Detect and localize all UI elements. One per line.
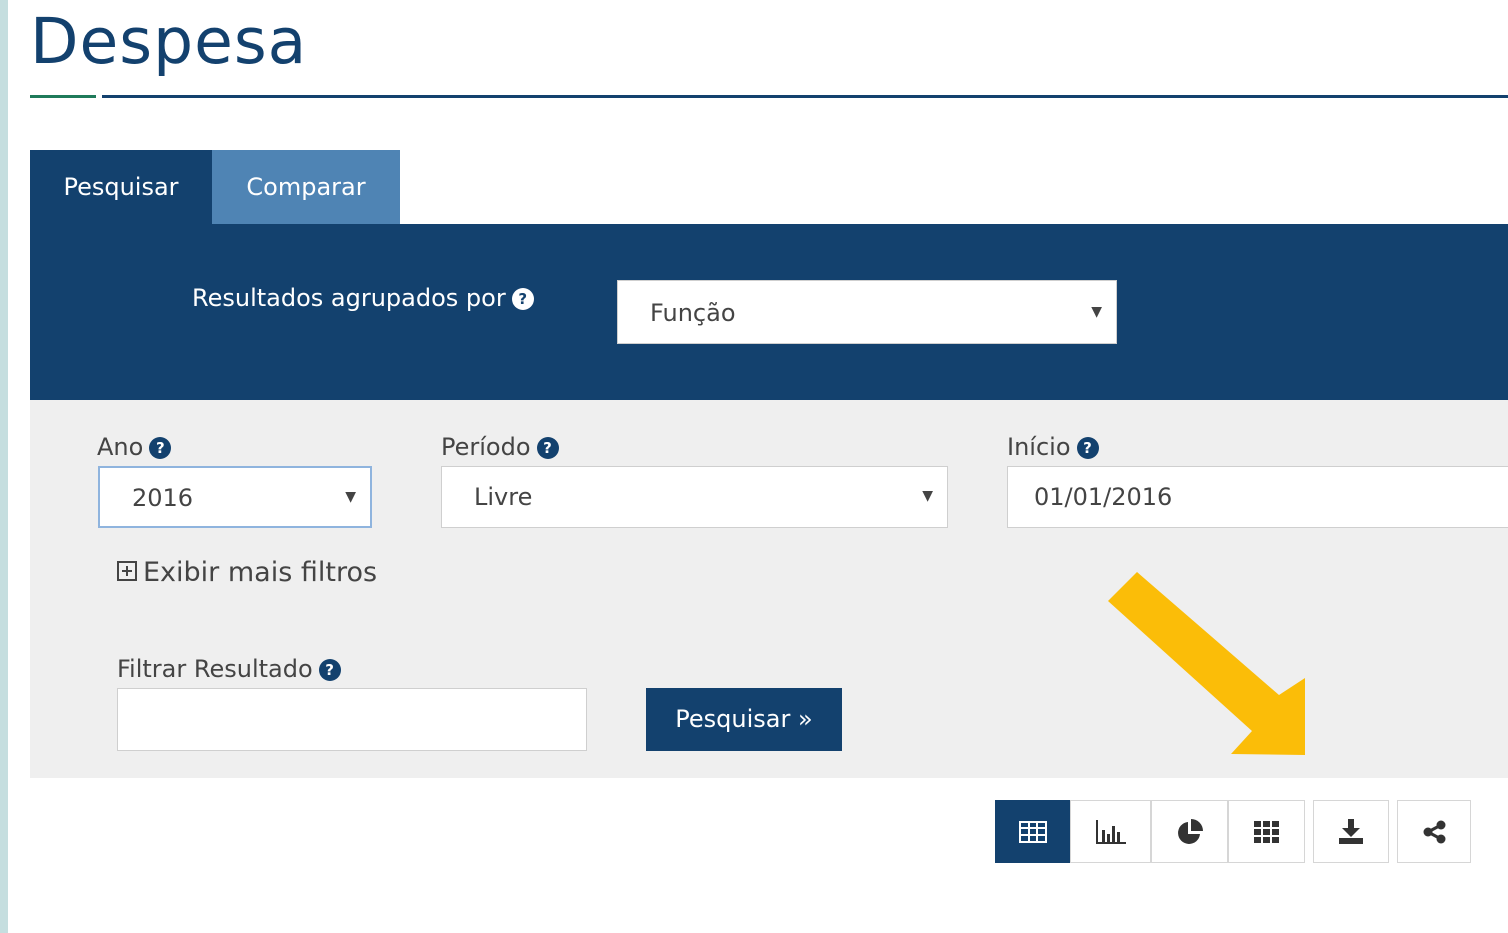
help-icon[interactable]: ?	[536, 437, 559, 459]
grid-view-button[interactable]	[1228, 800, 1305, 863]
help-icon[interactable]: ?	[149, 437, 172, 459]
chevron-down-icon: ▼	[1091, 304, 1102, 320]
help-icon[interactable]: ?	[318, 659, 341, 681]
chevron-down-icon: ▼	[922, 488, 933, 504]
table-view-button[interactable]	[995, 800, 1070, 863]
pie-chart-view-button[interactable]	[1151, 800, 1228, 863]
chevron-down-icon: ▼	[345, 489, 356, 505]
left-edge-strip	[0, 0, 8, 933]
ano-label: Ano	[97, 433, 144, 461]
inicio-label: Início	[1007, 433, 1071, 461]
bar-chart-icon	[1095, 819, 1126, 844]
inicio-label-row: Início?	[1007, 430, 1099, 464]
search-button[interactable]: Pesquisar »	[646, 688, 842, 751]
annotation-arrow	[1108, 572, 1305, 755]
help-icon[interactable]: ?	[1076, 437, 1099, 459]
periodo-label: Período	[441, 433, 531, 461]
group-by-label: Resultados agrupados por	[192, 284, 506, 312]
more-filters-toggle[interactable]: Exibir mais filtros	[117, 553, 377, 593]
bar-chart-view-button[interactable]	[1070, 800, 1151, 863]
page-title: Despesa	[30, 5, 308, 78]
help-icon[interactable]: ?	[511, 288, 534, 310]
group-by-panel: Resultados agrupados por? Função ▼	[30, 224, 1508, 400]
tab-pesquisar[interactable]: Pesquisar	[30, 150, 212, 225]
filtrar-resultado-label-row: Filtrar Resultado?	[117, 652, 341, 686]
periodo-select[interactable]: Livre ▼	[441, 466, 948, 528]
ano-select-value: 2016	[132, 484, 194, 512]
table-icon	[1018, 820, 1047, 843]
ano-select[interactable]: 2016 ▼	[98, 466, 372, 528]
plus-square-icon	[117, 560, 137, 581]
periodo-label-row: Período?	[441, 430, 559, 464]
download-button[interactable]	[1313, 800, 1389, 863]
filtrar-resultado-label: Filtrar Resultado	[117, 655, 313, 683]
share-button[interactable]	[1397, 800, 1471, 863]
ano-label-row: Ano?	[97, 430, 172, 464]
group-by-select[interactable]: Função ▼	[617, 280, 1117, 344]
grid-icon	[1253, 820, 1279, 843]
tab-comparar[interactable]: Comparar	[212, 150, 400, 225]
more-filters-label: Exibir mais filtros	[143, 557, 378, 588]
group-by-label-row: Resultados agrupados por?	[192, 280, 534, 316]
filtrar-resultado-input[interactable]	[117, 688, 587, 751]
periodo-select-value: Livre	[474, 483, 533, 511]
inicio-date-input[interactable]: 01/01/2016	[1007, 466, 1508, 528]
title-underline-accent	[30, 95, 96, 98]
share-icon	[1423, 820, 1446, 843]
inicio-date-value: 01/01/2016	[1034, 483, 1173, 511]
title-underline	[102, 95, 1508, 98]
pie-chart-icon	[1177, 818, 1203, 844]
download-icon	[1339, 818, 1363, 844]
group-by-select-value: Função	[650, 299, 736, 327]
